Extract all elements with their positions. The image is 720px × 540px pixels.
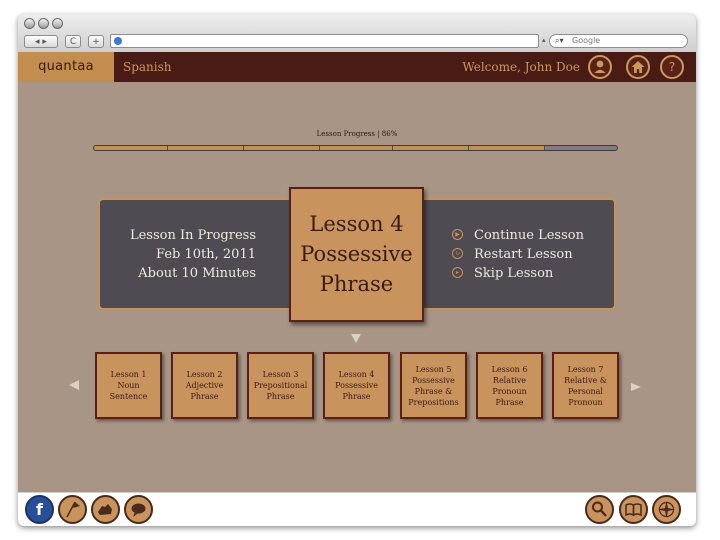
home-icon [631,61,645,73]
tile-line: Adjective [185,381,224,390]
flag-icon [66,501,80,518]
app-window: ◂ ▸ C + ▴ ⌕▾ Google quantaa Spanish Welc… [18,14,696,526]
address-bar[interactable] [110,34,539,48]
lesson-tile[interactable]: Lesson 6 Relative Pronoun Phrase [476,352,543,419]
continue-lesson-button[interactable]: ▶ Continue Lesson [450,226,584,245]
address-dropdown-icon[interactable]: ▴ [542,36,546,44]
skip-icon: ▸ [452,267,463,278]
close-window-button[interactable] [24,18,35,29]
map-region-icon [98,504,112,515]
tile-line: Phrase [190,392,219,401]
globe-icon [114,37,122,45]
tile-line: Personal [568,386,603,396]
profile-button[interactable] [588,55,612,79]
tile-line: Sentence [109,392,148,401]
card-line: Possessive [300,242,413,266]
tile-line: Possessive [412,375,455,385]
tile-line: Relative [492,375,527,385]
tile-line: Pronoun [568,397,603,407]
restart-icon: ↻ [452,248,463,259]
compass-icon [658,501,675,518]
speech-bubble-icon [131,503,146,517]
tile-line: Phrase & [414,386,453,396]
progress-divider [243,146,245,150]
skip-lesson-button[interactable]: ▸ Skip Lesson [450,264,584,283]
home-button[interactable] [626,55,650,79]
scroll-left-arrow-icon[interactable] [69,380,79,390]
book-icon [625,503,642,517]
progress-bar [93,145,618,151]
add-bookmark-button[interactable]: + [88,35,104,48]
lesson-actions: ▶ Continue Lesson ↻ Restart Lesson ▸ Ski… [450,226,584,283]
restart-lesson-label: Restart Lesson [474,247,573,262]
tile-line: Prepositional [253,381,308,390]
search-field[interactable]: ⌕▾ Google [549,34,688,48]
tile-line: Lesson 4 [338,370,375,379]
reload-button[interactable]: C [65,35,81,48]
compass-button[interactable] [652,495,681,524]
progress-label: Lesson Progress | 86% [316,130,398,138]
tile-line: Relative & [564,375,607,385]
lesson-tile[interactable]: Lesson 5 Possessive Phrase & Prepositions [400,352,467,419]
tile-line: Lesson 2 [186,370,223,379]
tile-line: Lesson 6 [491,364,528,374]
welcome-text: Welcome, John Doe [462,60,580,74]
lesson-date: Feb 10th, 2011 [156,247,256,262]
card-line: Lesson 4 [309,212,404,236]
back-forward-button[interactable]: ◂ ▸ [24,35,58,48]
search-icon [592,501,607,517]
browser-toolbar: ◂ ▸ C + ▴ ⌕▾ Google [18,14,696,53]
tile-line: Phrase [342,392,371,401]
progress-divider [392,146,394,150]
lesson-duration: About 10 Minutes [138,266,256,281]
progress-divider [467,146,469,150]
tile-line: Noun [117,381,140,390]
card-line: Phrase [319,272,394,296]
search-button[interactable] [585,495,614,524]
tile-line: Phrase [495,397,524,407]
tile-line: Lesson 5 [415,364,452,374]
tile-line: Lesson 1 [110,370,147,379]
zoom-window-button[interactable] [52,18,63,29]
current-lesson-card[interactable]: Lesson 4 Possessive Phrase [289,187,424,322]
help-button[interactable]: ? [660,55,684,79]
progress-divider [167,146,169,150]
glossary-button[interactable] [619,495,648,524]
lesson-status: Lesson In Progress Feb 10th, 2011 About … [114,226,256,283]
minimize-window-button[interactable] [38,18,49,29]
tile-line: Lesson 7 [567,364,604,374]
tile-line: Prepositions [408,397,459,407]
lesson-tile[interactable]: Lesson 2 Adjective Phrase [171,352,238,419]
play-icon: ▶ [452,229,463,240]
site-header: quantaa Spanish Welcome, John Doe ? [18,52,696,82]
progress-divider [543,146,545,150]
status-label: Lesson In Progress [129,228,256,243]
footer-toolbar: f [18,492,696,526]
tile-line: Possessive [335,381,378,390]
flag-button[interactable] [58,495,87,524]
lesson-tile[interactable]: Lesson 3 Prepositional Phrase [247,352,314,419]
tile-line: Phrase [266,392,295,401]
subject-title[interactable]: Spanish [123,52,172,82]
scroll-right-arrow-icon[interactable] [631,383,641,391]
selection-pointer-icon [351,334,361,343]
logo[interactable]: quantaa [18,52,114,82]
lesson-tile[interactable]: Lesson 7 Relative & Personal Pronoun [552,352,619,419]
skip-lesson-label: Skip Lesson [474,266,554,281]
tile-line: Lesson 3 [262,370,299,379]
lesson-tile[interactable]: Lesson 1 Noun Sentence [95,352,162,419]
chat-button[interactable] [124,495,153,524]
search-placeholder: Google [572,36,601,45]
map-region-button[interactable] [91,495,120,524]
magnifier-icon: ⌕▾ [555,36,564,45]
lesson-tile[interactable]: Lesson 4 Possessive Phrase [323,352,390,419]
facebook-button[interactable]: f [25,495,54,524]
person-icon [594,60,606,73]
facebook-icon: f [36,500,43,519]
progress-divider [318,146,320,150]
continue-lesson-label: Continue Lesson [474,228,584,243]
tile-line: Pronoun [492,386,527,396]
restart-lesson-button[interactable]: ↻ Restart Lesson [450,245,584,264]
